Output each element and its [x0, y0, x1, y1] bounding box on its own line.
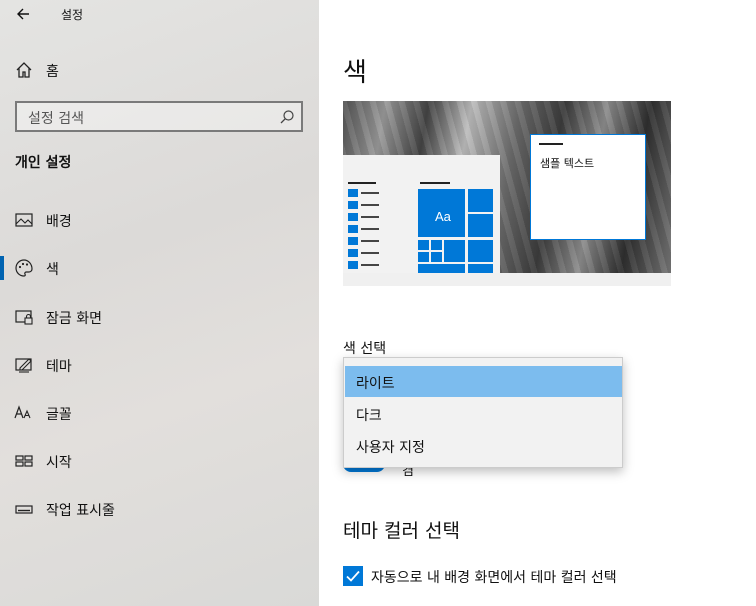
- preview-stripe: [348, 249, 358, 257]
- search-input[interactable]: 설정 검색: [15, 101, 303, 132]
- search-placeholder: 설정 검색: [28, 111, 84, 127]
- theme-color-title: 테마 컬러 선택: [343, 520, 460, 542]
- main-content: 색 Aa 샘플 텍스트 색 선택 켬 라이트 다크 사용자 지정 테마 컬러 선…: [319, 0, 756, 606]
- auto-theme-color-checkbox[interactable]: [343, 566, 363, 586]
- sidebar-item-label: 글꼴: [46, 407, 72, 423]
- color-mode-dropdown[interactable]: 라이트 다크 사용자 지정: [343, 357, 623, 468]
- preview-tiles: Aa: [418, 189, 494, 273]
- preview-line: [361, 216, 379, 218]
- preview-stripe: [348, 213, 358, 221]
- color-select-label: 색 선택: [343, 341, 387, 357]
- preview-tile: [468, 240, 493, 262]
- preview-stripe: [348, 225, 358, 233]
- color-preview: Aa 샘플 텍스트: [343, 101, 671, 286]
- sidebar-item-background[interactable]: 배경: [0, 204, 319, 236]
- preview-line: [361, 204, 379, 206]
- dropdown-option-label: 라이트: [356, 376, 395, 392]
- preview-sample-bar: [539, 143, 563, 145]
- preview-stripe: [348, 201, 358, 209]
- preview-tile: [431, 252, 442, 262]
- page-title: 색: [343, 58, 367, 88]
- preview-sample-window: 샘플 텍스트: [530, 134, 646, 240]
- lock-screen-icon: [15, 310, 33, 325]
- sidebar-item-label: 시작: [46, 455, 72, 471]
- preview-line: [348, 182, 376, 184]
- title-bar: 설정: [0, 0, 319, 30]
- sidebar-item-color[interactable]: 색: [0, 252, 319, 284]
- back-button[interactable]: [12, 4, 34, 24]
- preview-stripe: [348, 261, 358, 269]
- sidebar-item-lock-screen[interactable]: 잠금 화면: [0, 301, 319, 333]
- dropdown-option-custom[interactable]: 사용자 지정: [345, 430, 622, 461]
- sidebar-item-label: 작업 표시줄: [46, 503, 115, 519]
- dropdown-option-dark[interactable]: 다크: [345, 398, 622, 429]
- sidebar-item-label: 잠금 화면: [46, 311, 102, 327]
- checkmark-icon: [346, 570, 360, 582]
- preview-tile: [431, 240, 442, 250]
- dropdown-option-label: 사용자 지정: [356, 440, 425, 456]
- preview-tile: [444, 240, 465, 262]
- preview-tile-text: Aa: [435, 209, 451, 224]
- arrow-left-icon: [17, 8, 29, 20]
- font-icon: [14, 405, 31, 419]
- dropdown-option-light[interactable]: 라이트: [345, 366, 622, 397]
- preview-stripe: [348, 189, 358, 197]
- preview-line: [361, 228, 379, 230]
- sidebar-item-home[interactable]: 홈: [0, 56, 319, 84]
- sidebar-item-label: 테마: [46, 359, 72, 375]
- sidebar-item-start[interactable]: 시작: [0, 445, 319, 477]
- sidebar-item-label: 색: [46, 262, 59, 278]
- auto-theme-color-label: 자동으로 내 배경 화면에서 테마 컬러 선택: [371, 570, 617, 586]
- preview-start-menu: Aa: [343, 155, 500, 273]
- preview-line: [420, 182, 450, 184]
- preview-line: [361, 252, 379, 254]
- start-icon: [15, 455, 33, 467]
- taskbar-icon: [15, 505, 33, 514]
- palette-icon: [15, 259, 33, 277]
- auto-theme-color-option[interactable]: 자동으로 내 배경 화면에서 테마 컬러 선택: [343, 565, 743, 587]
- preview-line: [361, 240, 379, 242]
- preview-tile: [468, 264, 493, 273]
- sidebar-item-label: 배경: [46, 214, 72, 230]
- sidebar: 설정 홈 설정 검색 개인 설정 배경 색 잠금 화면 테마 글꼴 시작 작업 …: [0, 0, 319, 606]
- preview-tile: [418, 252, 429, 262]
- search-icon[interactable]: [279, 109, 295, 125]
- preview-tile: [418, 240, 429, 250]
- preview-tile: [468, 189, 493, 212]
- sidebar-item-label: 홈: [46, 64, 59, 80]
- home-icon: [16, 62, 32, 78]
- preview-tile: [468, 214, 493, 237]
- sidebar-item-taskbar[interactable]: 작업 표시줄: [0, 493, 319, 525]
- preview-tile: [418, 264, 465, 273]
- sidebar-item-theme[interactable]: 테마: [0, 349, 319, 381]
- window-title: 설정: [61, 8, 84, 22]
- dropdown-option-label: 다크: [356, 408, 382, 424]
- preview-line: [361, 192, 379, 194]
- picture-icon: [15, 213, 33, 227]
- sidebar-section-title: 개인 설정: [15, 155, 72, 171]
- preview-sample-text: 샘플 텍스트: [540, 157, 595, 170]
- preview-line: [361, 264, 379, 266]
- preview-stripe: [348, 237, 358, 245]
- theme-icon: [15, 358, 32, 373]
- sidebar-item-fonts[interactable]: 글꼴: [0, 397, 319, 429]
- preview-tile-large: Aa: [418, 189, 465, 237]
